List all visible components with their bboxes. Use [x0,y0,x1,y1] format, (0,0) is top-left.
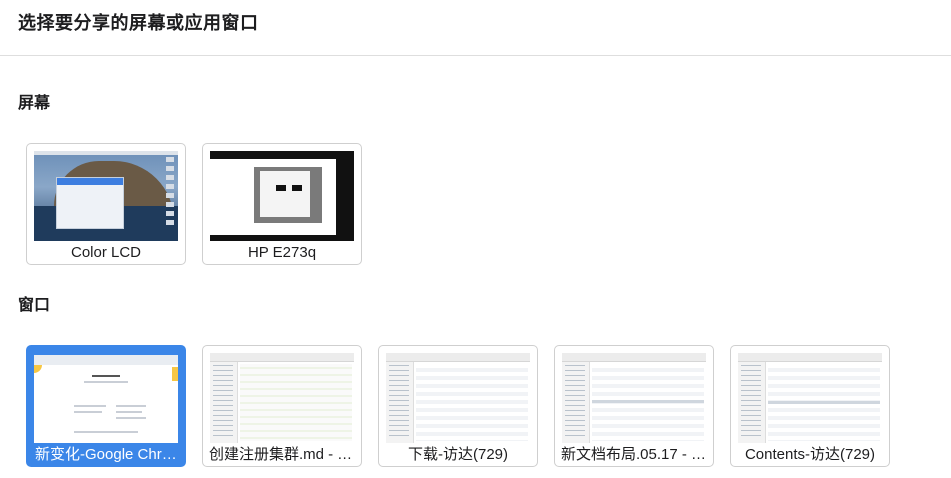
tile-caption: Contents-访达(729) [744,446,876,463]
screen-thumbnail [34,151,178,241]
window-thumbnail [34,355,178,443]
tile-caption: Color LCD [70,244,142,261]
window-thumbnail [738,353,882,443]
window-thumbnail [386,353,530,443]
window-thumbnail [562,353,706,443]
window-tile-new-doc-finder[interactable]: 新文档布局.05.17 - 访达 [554,345,714,467]
tile-caption: 下载-访达(729) [407,446,508,463]
dialog-title: 选择要分享的屏幕或应用窗口 [18,13,259,33]
screens-section-title: 屏幕 [18,95,51,112]
screen-thumbnail [210,151,354,241]
windows-section-title: 窗口 [18,297,51,314]
tile-caption: 新变化-Google Chrome [35,446,185,463]
dialog-header: 选择要分享的屏幕或应用窗口 [0,0,951,56]
window-thumbnail [210,353,354,443]
screen-tile-hp-e273q[interactable]: HP E273q [202,143,362,265]
window-tile-chrome[interactable]: 新变化-Google Chrome [26,345,186,467]
tile-caption: 创建注册集群.md - Typora [209,446,361,463]
screen-tile-color-lcd[interactable]: Color LCD [26,143,186,265]
window-tile-downloads-finder[interactable]: 下载-访达(729) [378,345,538,467]
tile-caption: 新文档布局.05.17 - 访达 [561,446,713,463]
tile-caption: HP E273q [247,244,317,261]
window-tile-typora[interactable]: 创建注册集群.md - Typora [202,345,362,467]
window-tile-contents-finder[interactable]: Contents-访达(729) [730,345,890,467]
